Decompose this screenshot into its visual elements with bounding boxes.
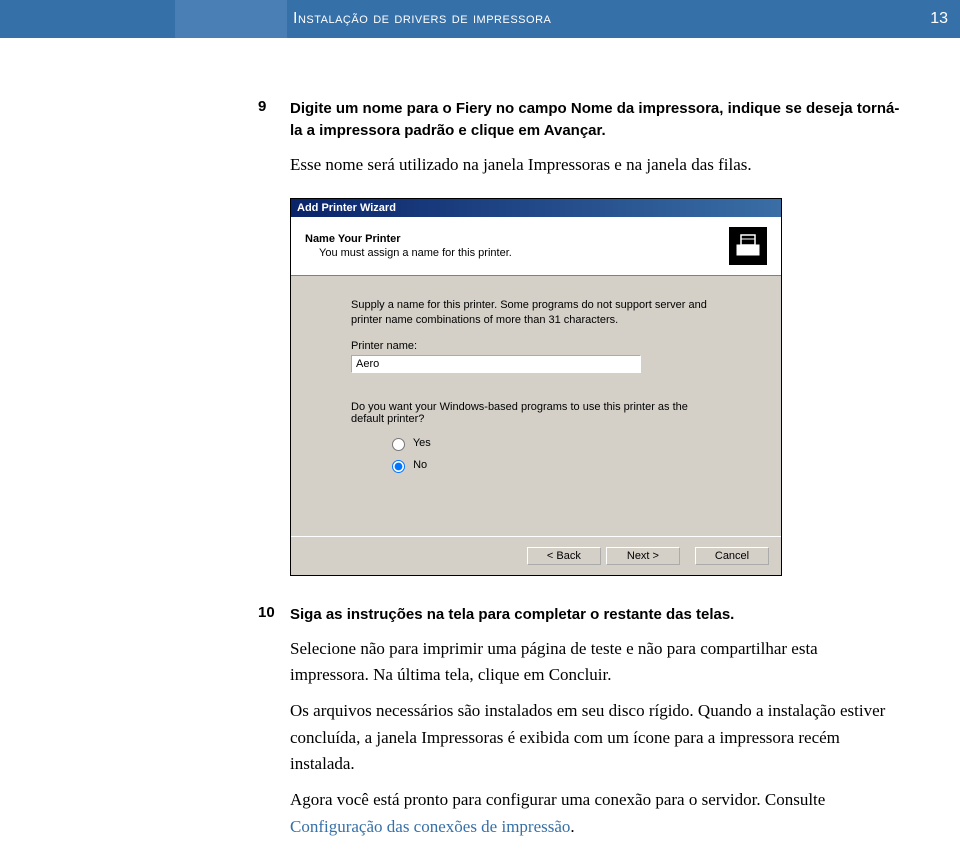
dialog-header: Name Your Printer You must assign a name… — [291, 217, 781, 276]
radio-yes[interactable] — [392, 438, 405, 451]
page-number: 13 — [930, 10, 948, 28]
printer-icon — [729, 227, 767, 265]
default-printer-question: Do you want your Windows-based programs … — [351, 401, 721, 425]
step-10-instruction: Siga as instruções na tela para completa… — [290, 604, 900, 626]
dialog-subtitle: You must assign a name for this printer. — [319, 247, 512, 259]
p3-text-b: . — [570, 817, 574, 836]
add-printer-wizard-dialog: Add Printer Wizard Name Your Printer You… — [290, 198, 782, 576]
dialog-footer: < Back Next > Cancel — [291, 536, 781, 575]
step-9: 9 Digite um nome para o Fiery no campo N… — [290, 98, 900, 178]
radio-yes-row: Yes — [387, 435, 721, 451]
step-10-p3: Agora você está pronto para configurar u… — [290, 787, 900, 840]
printer-name-input[interactable] — [351, 355, 641, 373]
p3-text-a: Agora você está pronto para configurar u… — [290, 790, 825, 809]
dialog-title: Name Your Printer — [305, 233, 512, 245]
radio-yes-label: Yes — [413, 436, 431, 448]
supply-text: Supply a name for this printer. Some pro… — [351, 298, 721, 328]
radio-no[interactable] — [392, 460, 405, 473]
dialog-header-text: Name Your Printer You must assign a name… — [305, 233, 512, 259]
dialog-titlebar: Add Printer Wizard — [291, 199, 781, 217]
header-bar: Instalação de drivers de impressora 13 — [175, 0, 960, 38]
dialog-body: Supply a name for this printer. Some pro… — [291, 276, 781, 536]
step-10-p2: Os arquivos necessários são instalados e… — [290, 698, 900, 777]
header-spacer-block — [175, 0, 287, 38]
printer-name-label: Printer name: — [351, 340, 721, 352]
page-header: Instalação de drivers de impressora 13 — [0, 0, 960, 38]
cancel-button[interactable]: Cancel — [695, 547, 769, 565]
step-9-instruction: Digite um nome para o Fiery no campo Nom… — [290, 98, 900, 142]
radio-no-row: No — [387, 457, 721, 473]
header-accent-block — [0, 0, 175, 38]
step-number: 10 — [258, 604, 275, 621]
back-button[interactable]: < Back — [527, 547, 601, 565]
next-button[interactable]: Next > — [606, 547, 680, 565]
step-number: 9 — [258, 98, 266, 115]
step-10-p1: Selecione não para imprimir uma página d… — [290, 636, 900, 689]
content-area: 9 Digite um nome para o Fiery no campo N… — [290, 98, 900, 840]
step-9-body: Esse nome será utilizado na janela Impre… — [290, 152, 900, 178]
header-title: Instalação de drivers de impressora — [293, 10, 551, 28]
radio-no-label: No — [413, 458, 427, 470]
configuration-link[interactable]: Configuração das conexões de impressão — [290, 817, 570, 836]
step-10: 10 Siga as instruções na tela para compl… — [290, 604, 900, 840]
